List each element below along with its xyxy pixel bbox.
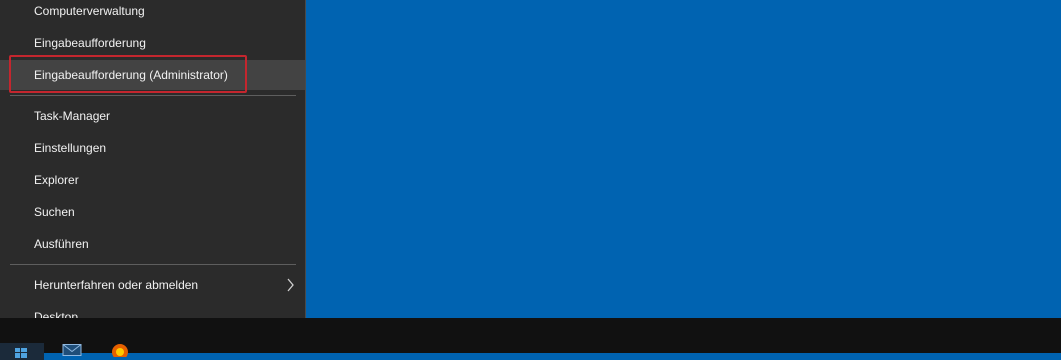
chevron-right-icon (287, 278, 294, 292)
windows-start-icon[interactable] (0, 343, 44, 360)
taskbar (0, 318, 1061, 360)
menu-separator (10, 264, 296, 265)
menu-item-shutdown-signout[interactable]: Herunterfahren oder abmelden (0, 270, 305, 300)
menu-item-computer-management[interactable]: Computerverwaltung (0, 0, 305, 26)
menu-item-task-manager[interactable]: Task-Manager (0, 101, 305, 131)
menu-item-explorer[interactable]: Explorer (0, 165, 305, 195)
power-user-menu: Computerverwaltung Eingabeaufforderung E… (0, 0, 306, 341)
menu-item-settings[interactable]: Einstellungen (0, 133, 305, 163)
mail-icon[interactable] (62, 341, 82, 358)
highlight-annotation (9, 55, 247, 93)
menu-separator (10, 95, 296, 96)
firefox-icon[interactable] (110, 340, 130, 357)
menu-item-search[interactable]: Suchen (0, 197, 305, 227)
menu-item-run[interactable]: Ausführen (0, 229, 305, 259)
menu-item-label: Herunterfahren oder abmelden (34, 278, 199, 292)
menu-item-command-prompt[interactable]: Eingabeaufforderung (0, 28, 305, 58)
